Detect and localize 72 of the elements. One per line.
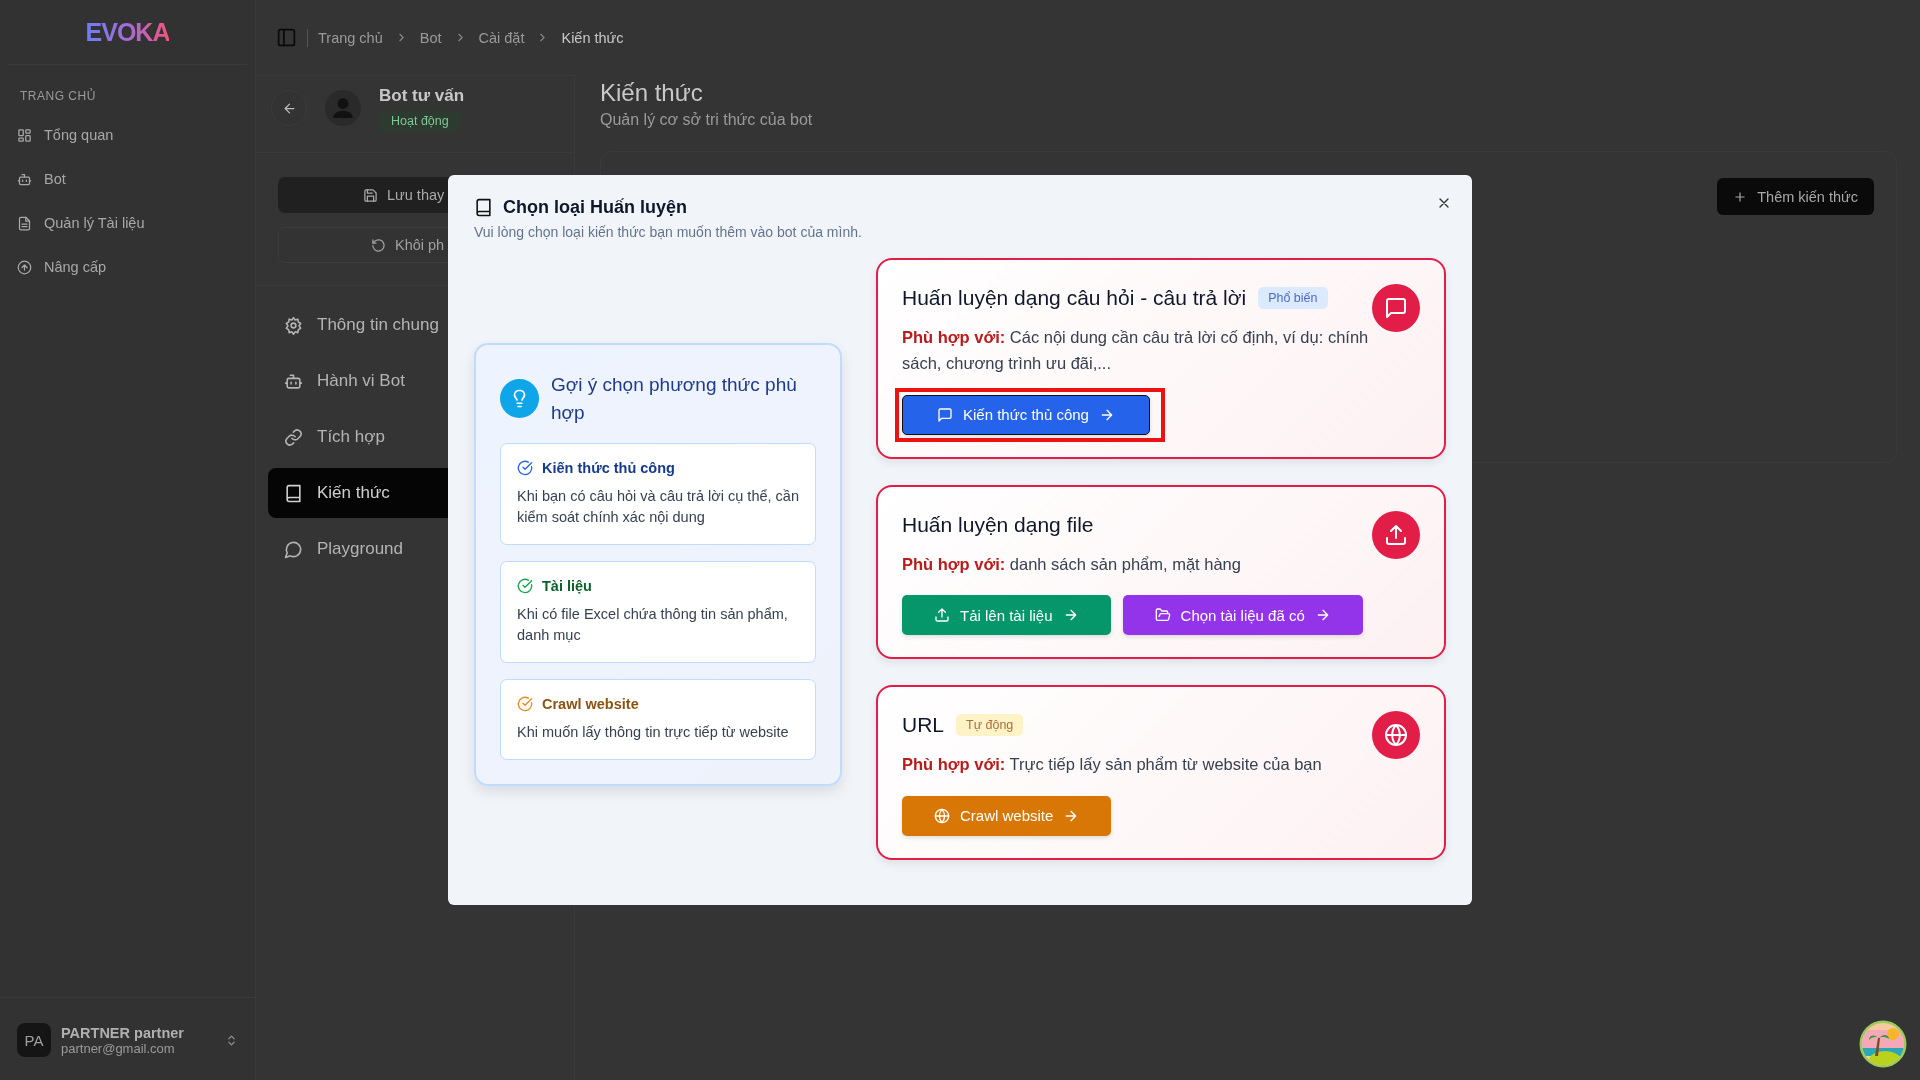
back-button[interactable] [271, 90, 307, 126]
menu-item[interactable]: Thông tin chung [268, 300, 562, 350]
nav-item[interactable]: Quản lý Tài liệu [0, 201, 255, 245]
bot-avatar [325, 90, 361, 126]
suitability-text: Phù hợp với: danh sách sản phẩm, mặt hàng [902, 553, 1242, 575]
chat-icon [284, 539, 303, 559]
nav-item[interactable]: Bot [0, 157, 255, 201]
nav-item[interactable]: Nâng cấp [0, 245, 255, 289]
menu-item[interactable]: Playground [268, 524, 562, 574]
gear-icon [284, 315, 303, 335]
book-icon [284, 483, 303, 503]
globe-icon [1372, 711, 1420, 760]
chat-icon [1372, 284, 1420, 332]
sidebar-toggle-icon [276, 27, 297, 48]
nav-label: Tổng quan [44, 127, 114, 143]
status-badge: Hoạt động [379, 110, 461, 131]
upload-icon [934, 607, 950, 624]
grid-icon [17, 127, 32, 143]
tip-text: Khi muốn lấy thông tin trực tiếp từ website [517, 722, 790, 742]
page-title: Kiến thức [600, 79, 704, 107]
breadcrumb-item[interactable]: Bot [419, 29, 442, 46]
suitability-text: Phù hợp với: Trực tiếp lấy sản phẩm từ website của bạn [902, 754, 1323, 776]
arrow-left-icon [281, 100, 297, 116]
chevron-updown-icon [225, 1033, 238, 1047]
section-label: TRANG CHỦ [19, 87, 97, 105]
breadcrumb-item[interactable]: Trang chủ [318, 29, 383, 46]
lightbulb-icon [500, 379, 539, 419]
suggestion-title: Gợi ý chọn phương thức phù hợp [551, 373, 798, 425]
breadcrumb-item[interactable]: Cài đặt [478, 29, 525, 46]
option-title: Huấn luyện dạng file [902, 512, 1094, 537]
option-button[interactable]: Crawl website [902, 795, 1112, 836]
menu-label: Hành vi Bot [317, 371, 405, 391]
menu-label: Playground [317, 539, 403, 559]
user-email: partner@gmail.com [61, 1040, 175, 1056]
option-button[interactable]: Tải lên tài liệu [902, 595, 1111, 636]
avatar: PA [17, 1023, 51, 1057]
undo-icon [371, 237, 386, 253]
tip-title: Crawl website [542, 695, 639, 712]
user-name: PARTNER partner [61, 1024, 185, 1041]
option-button[interactable]: Kiến thức thủ công [902, 394, 1150, 435]
tag: Tự động [956, 714, 1024, 737]
tag: Phổ biến [1258, 287, 1328, 309]
menu-label: Kiến thức [317, 483, 390, 503]
suitability-text: Phù hợp với: Các nội dung cần câu trả lời cố định, ví dụ: chính sách, chương trình ưu đãi,... [902, 327, 1370, 375]
page-subtitle: Quản lý cơ sở tri thức của bot [600, 111, 814, 129]
chat-icon [937, 406, 953, 423]
document-icon [17, 215, 32, 231]
book-icon [474, 198, 493, 217]
breadcrumb-item: Kiến thức [561, 29, 624, 46]
upgrade-icon [17, 259, 32, 275]
option-button[interactable]: Chọn tài liệu đã có [1122, 595, 1363, 636]
nav-label: Bot [44, 171, 66, 187]
bot-name: Bot tư vấn [379, 85, 465, 106]
option-title: URL [902, 713, 944, 738]
nav-item[interactable]: Tổng quan [0, 113, 255, 157]
add-knowledge-button[interactable]: Thêm kiến thức [1717, 178, 1874, 215]
nav-label: Nâng cấp [44, 259, 107, 275]
folder-icon [1154, 607, 1171, 624]
menu-label: Thông tin chung [317, 315, 439, 335]
robot-icon [284, 371, 303, 391]
tip-title: Tài liệu [542, 577, 592, 594]
option-title: Huấn luyện dạng câu hỏi - câu trả lời [902, 286, 1247, 310]
link-icon [284, 427, 303, 447]
user-menu[interactable]: PA PARTNER partner partner@gmail.com [0, 997, 255, 1080]
plus-icon [1733, 189, 1748, 204]
globe-icon [934, 807, 950, 824]
tip-text: Khi có file Excel chứa thông tin sản phẩm, danh mục [517, 604, 789, 645]
robot-icon [17, 171, 32, 187]
upload-icon [1372, 510, 1420, 559]
menu-label: Tích hợp [317, 427, 385, 447]
save-icon [363, 187, 378, 203]
nav-label: Quản lý Tài liệu [44, 215, 145, 231]
